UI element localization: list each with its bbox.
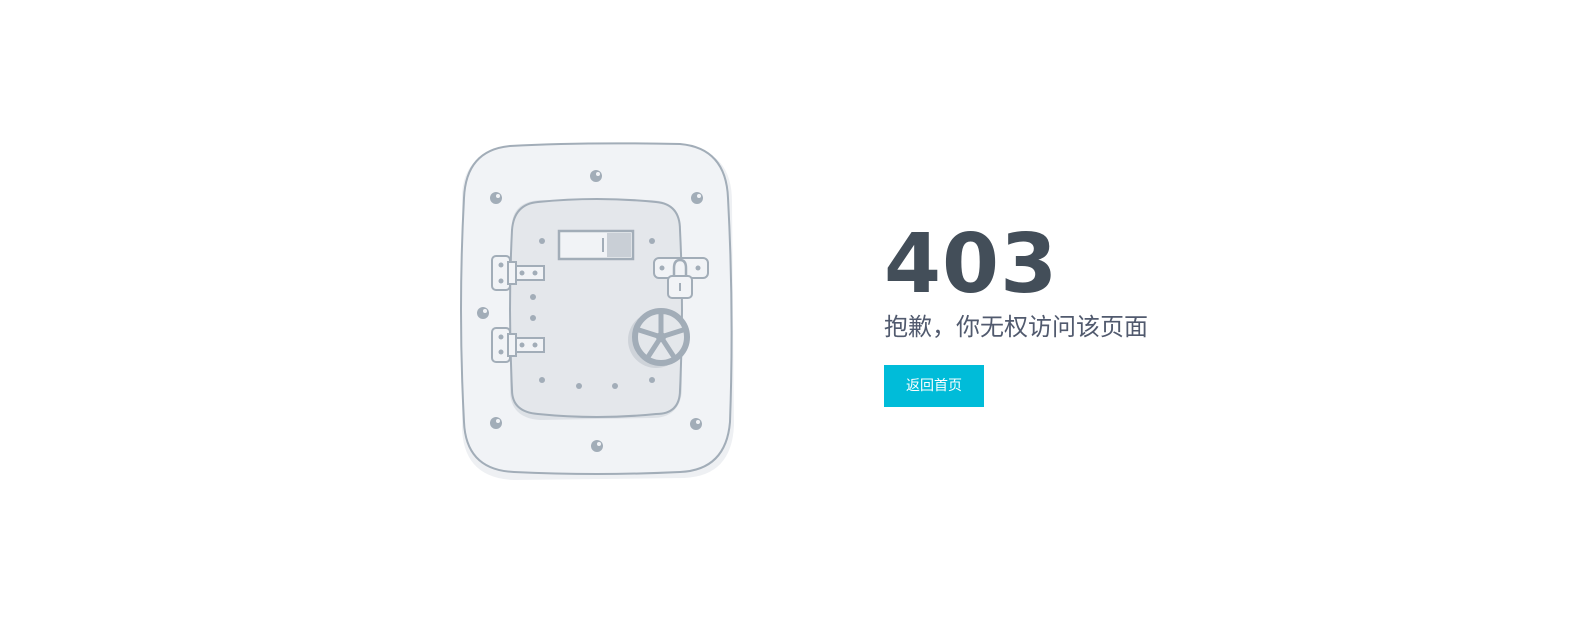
error-page: 403 抱歉，你无权访问该页面 返回首页 bbox=[0, 0, 1569, 638]
error-message: 抱歉，你无权访问该页面 bbox=[884, 313, 1148, 341]
error-content: 403 抱歉，你无权访问该页面 返回首页 bbox=[884, 222, 1304, 407]
error-code: 403 bbox=[884, 217, 1059, 312]
return-home-button[interactable]: 返回首页 bbox=[884, 365, 984, 407]
locked-vault-door-icon bbox=[452, 140, 742, 485]
